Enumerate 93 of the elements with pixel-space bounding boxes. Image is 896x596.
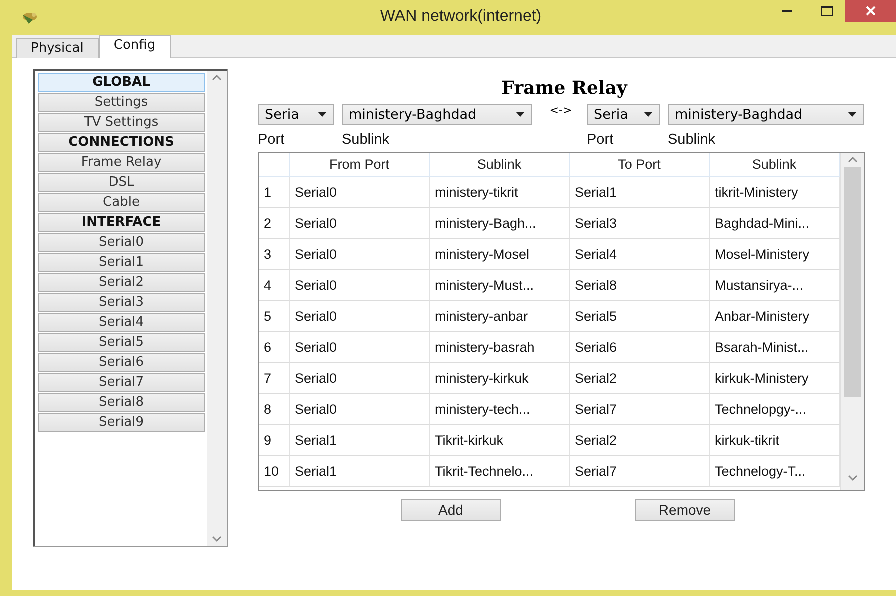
header-cell [259, 153, 290, 177]
table-cell: Serial0 [290, 394, 430, 425]
window-title: WAN network(internet) [380, 8, 542, 26]
port-dropdown[interactable]: Seria [258, 104, 334, 125]
close-icon [866, 6, 876, 16]
table-cell: Serial0 [290, 208, 430, 239]
row-number: 8 [259, 394, 290, 425]
sidebar-item[interactable]: Serial1 [38, 253, 205, 272]
port-dropdown[interactable]: Seria [587, 104, 660, 125]
row-number: 6 [259, 332, 290, 363]
sidebar-item[interactable]: Serial3 [38, 293, 205, 312]
table-cell: ministery-tech... [430, 394, 570, 425]
row-number: 4 [259, 270, 290, 301]
row-number: 1 [259, 177, 290, 208]
app-icon [20, 10, 38, 24]
tab[interactable]: Physical [16, 38, 99, 58]
table-cell: Serial8 [570, 270, 710, 301]
sidebar-item[interactable]: Serial9 [38, 413, 205, 432]
table-cell: Serial0 [290, 332, 430, 363]
table-cell: Serial5 [570, 301, 710, 332]
table-cell: Serial7 [570, 456, 710, 487]
table-cell: ministery-anbar [430, 301, 570, 332]
table-cell: Serial4 [570, 239, 710, 270]
dropdown-arrow-icon [318, 112, 327, 117]
table-cell: Serial0 [290, 301, 430, 332]
sidebar-item[interactable]: Settings [38, 93, 205, 112]
sidebar-heading[interactable]: INTERFACE [38, 213, 205, 232]
field-label: Sublink [668, 132, 717, 148]
close-button[interactable] [845, 0, 896, 22]
table-cell: Tikrit-Technelo... [430, 456, 570, 487]
table-cell: Serial1 [570, 177, 710, 208]
table-cell: ministery-basrah [430, 332, 570, 363]
table-cell: Serial6 [570, 332, 710, 363]
row-number: 3 [259, 239, 290, 270]
column-header[interactable]: To Port [570, 153, 710, 177]
table-cell: Serial1 [290, 425, 430, 456]
field-label: Port [258, 132, 286, 148]
dropdown-arrow-icon [848, 112, 857, 117]
sidebar-item[interactable]: DSL [38, 173, 205, 192]
sidebar-item[interactable]: TV Settings [38, 113, 205, 132]
table-cell: Serial1 [290, 456, 430, 487]
scroll-thumb[interactable] [844, 167, 861, 397]
table-cell: Tikrit-kirkuk [430, 425, 570, 456]
table-cell: Serial2 [570, 363, 710, 394]
row-number: 7 [259, 363, 290, 394]
table-cell: Serial0 [290, 177, 430, 208]
section-title: Frame Relay [500, 78, 629, 99]
sidebar-item[interactable]: Frame Relay [38, 153, 205, 172]
add-button[interactable]: Add [401, 499, 501, 521]
row-number: 10 [259, 456, 290, 487]
row-number: 9 [259, 425, 290, 456]
table-cell: ministery-Bagh... [430, 208, 570, 239]
table-cell: Serial3 [570, 208, 710, 239]
sidebar-item[interactable]: Serial2 [38, 273, 205, 292]
minimize-icon [782, 10, 792, 12]
scroll-up-icon[interactable] [848, 157, 858, 163]
table-cell: ministery-Mosel [430, 239, 570, 270]
table-cell: Serial7 [570, 394, 710, 425]
sidebar-heading[interactable]: GLOBAL [38, 73, 205, 92]
scrollbar[interactable] [207, 71, 227, 546]
remove-button[interactable]: Remove [635, 499, 735, 521]
table-cell: ministery-kirkuk [430, 363, 570, 394]
sidebar-item[interactable]: Serial6 [38, 353, 205, 372]
table-cell: ministery-Must... [430, 270, 570, 301]
table-cell: Serial0 [290, 270, 430, 301]
sidebar-heading[interactable]: CONNECTIONS [38, 133, 205, 152]
scrollbar[interactable] [840, 153, 864, 490]
sidebar-item[interactable]: Cable [38, 193, 205, 212]
sidebar-item[interactable]: Serial7 [38, 373, 205, 392]
tab[interactable]: Config [98, 35, 171, 58]
sublink-dropdown[interactable]: ministery-Baghdad [342, 104, 532, 125]
dropdown-arrow-icon [516, 112, 525, 117]
scroll-up-icon[interactable] [212, 75, 222, 81]
row-number: 5 [259, 301, 290, 332]
sidebar-item[interactable]: Serial5 [38, 333, 205, 352]
sublink-dropdown[interactable]: ministery-Baghdad [668, 104, 864, 125]
table-cell: Serial2 [570, 425, 710, 456]
table-cell: Serial0 [290, 363, 430, 394]
link-separator: <-> [548, 104, 574, 117]
sidebar-item[interactable]: Serial4 [38, 313, 205, 332]
row-number: 2 [259, 208, 290, 239]
sidebar-item[interactable]: Serial8 [38, 393, 205, 412]
table-cell: ministery-tikrit [430, 177, 570, 208]
scroll-down-icon[interactable] [848, 475, 858, 481]
field-label: Sublink [342, 132, 391, 148]
field-label: Port [587, 132, 615, 148]
scroll-down-icon[interactable] [212, 536, 222, 542]
maximize-icon [821, 6, 833, 16]
column-header[interactable]: From Port [290, 153, 430, 177]
table-cell: Serial0 [290, 239, 430, 270]
sidebar-item[interactable]: Serial0 [38, 233, 205, 252]
dropdown-arrow-icon [644, 112, 653, 117]
column-header[interactable]: Sublink [430, 153, 570, 177]
